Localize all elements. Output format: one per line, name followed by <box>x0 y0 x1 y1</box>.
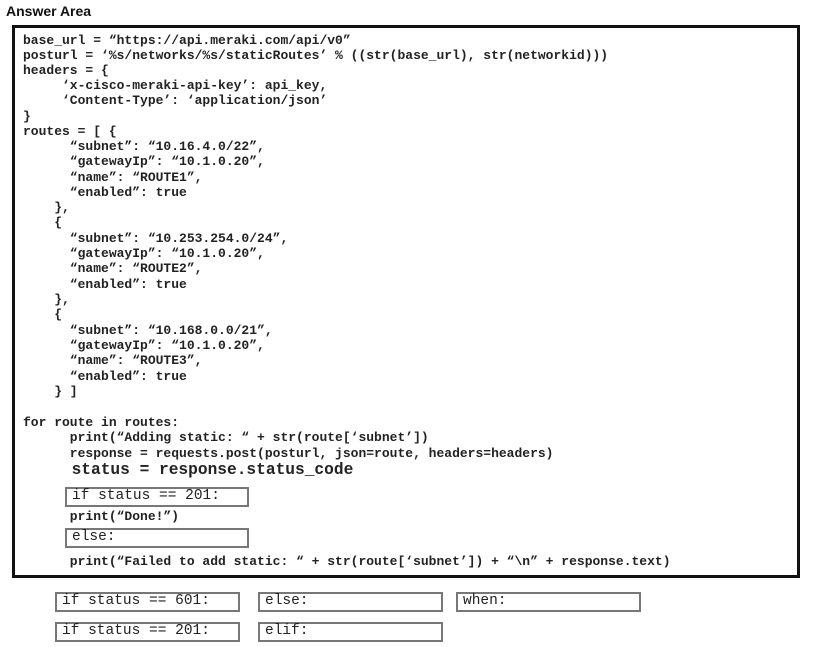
code-line-route2-subnet: “subnet”: “10.253.254.0/24”, <box>23 231 289 246</box>
code-line-content-type: ‘Content-Type’: ‘application/json’ <box>23 93 328 108</box>
code-line-route3-enabled: “enabled”: true <box>23 369 187 384</box>
code-line-api-key: ‘x-cisco-meraki-api-key’: api_key, <box>23 78 328 93</box>
answer-area-code-frame: base_url = “https://api.meraki.com/api/v… <box>12 25 800 578</box>
code-line-response-post: response = requests.post(posturl, json=r… <box>23 446 554 461</box>
code-line-route1-close: }, <box>23 200 70 215</box>
code-line-posturl: posturl = ‘%s/networks/%s/staticRoutes’ … <box>23 48 609 63</box>
code-line-route1-enabled: “enabled”: true <box>23 185 187 200</box>
code-line-routes-close: } ] <box>23 384 78 399</box>
option-when[interactable]: when: <box>456 592 641 612</box>
code-line-route1-subnet: “subnet”: “10.16.4.0/22”, <box>23 139 265 154</box>
code-line-route2-close: }, <box>23 292 70 307</box>
option-elif[interactable]: elif: <box>258 622 443 642</box>
answer-slot-2[interactable]: else: <box>65 528 249 548</box>
code-line-base-url: base_url = “https://api.meraki.com/api/v… <box>23 33 351 48</box>
answer-slot-1[interactable]: if status == 201: <box>65 487 249 507</box>
code-line-routes-open: routes = [ { <box>23 124 117 139</box>
code-line-for-loop: for route in routes: <box>23 415 180 430</box>
code-line-route2-open: { <box>23 215 63 230</box>
code-line-print-adding: print(“Adding static: “ + str(route[‘sub… <box>23 430 429 445</box>
option-else[interactable]: else: <box>258 592 443 612</box>
code-line-print-done: print(“Done!”) <box>23 509 180 524</box>
code-line-headers-close: } <box>23 109 31 124</box>
code-line-route3-subnet: “subnet”: “10.168.0.0/21”, <box>23 323 273 338</box>
code-line-route1-name: “name”: “ROUTE1”, <box>23 170 203 185</box>
code-line-route2-name: “name”: “ROUTE2”, <box>23 261 203 276</box>
answer-area-title: Answer Area <box>6 3 92 19</box>
code-line-route3-open: { <box>23 307 63 322</box>
code-line-route2-enabled: “enabled”: true <box>23 277 187 292</box>
code-line-route3-gateway: “gatewayIp”: “10.1.0.20”, <box>23 338 265 353</box>
code-line-status-code: status = response.status_code <box>23 461 354 479</box>
option-if-status-601[interactable]: if status == 601: <box>55 592 240 612</box>
code-line-route2-gateway: “gatewayIp”: “10.1.0.20”, <box>23 246 265 261</box>
code-line-headers-open: headers = { <box>23 63 109 78</box>
code-line-route1-gateway: “gatewayIp”: “10.1.0.20”, <box>23 154 265 169</box>
code-line-print-failed: print(“Failed to add static: “ + str(rou… <box>23 554 671 569</box>
option-if-status-201[interactable]: if status == 201: <box>55 622 240 642</box>
code-line-route3-name: “name”: “ROUTE3”, <box>23 353 203 368</box>
